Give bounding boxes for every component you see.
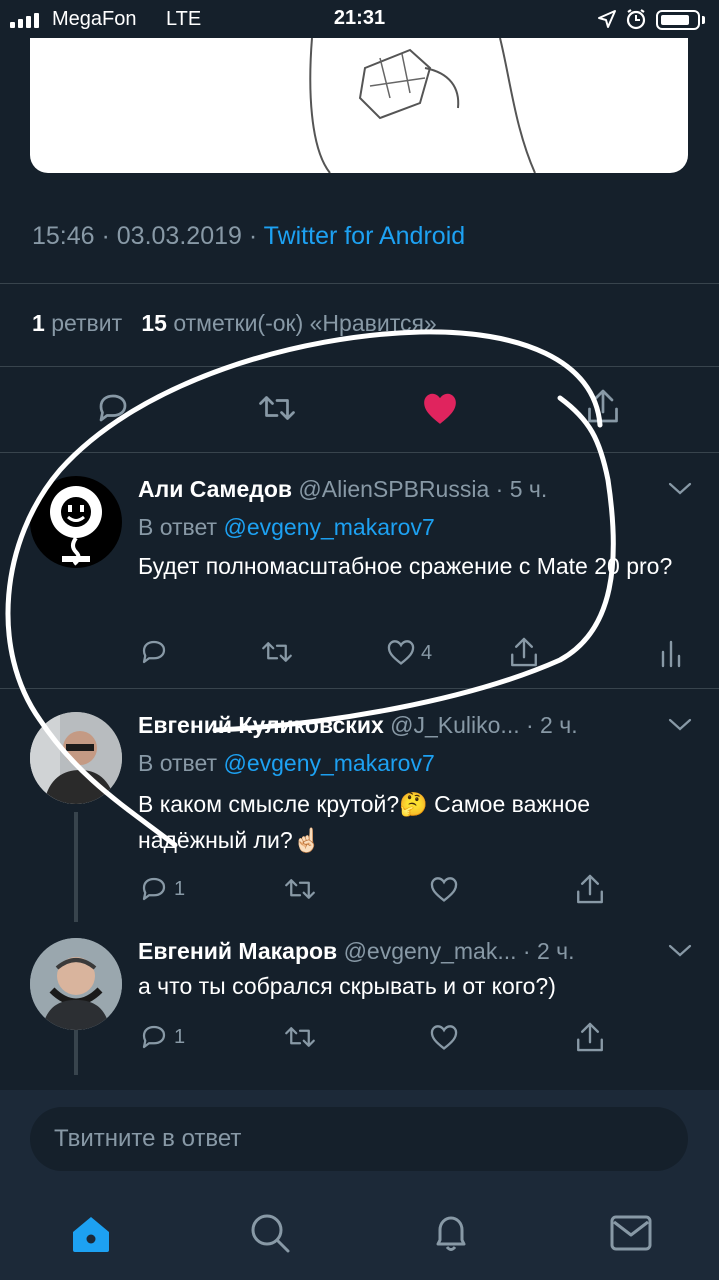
tweet-media-image[interactable] xyxy=(30,38,688,173)
retweet-icon[interactable] xyxy=(283,1022,317,1052)
reply-tweet[interactable]: Али Самедов @AlienSPBRussia · 5 ч. В отв… xyxy=(0,452,719,688)
chevron-down-icon[interactable] xyxy=(667,716,693,734)
tweet-stats: 1 ретвит 15 отметки(-ок) «Нравится» xyxy=(32,310,437,337)
user-photo xyxy=(30,712,122,804)
chevron-down-icon[interactable] xyxy=(667,942,693,960)
like-icon[interactable] xyxy=(428,1023,460,1051)
media-drawing xyxy=(309,38,536,173)
user-photo xyxy=(30,938,122,1030)
like-count[interactable]: 15 xyxy=(141,310,167,336)
main-tweet-actions xyxy=(0,380,719,436)
search-icon[interactable] xyxy=(249,1212,291,1254)
retweet-count[interactable]: 1 xyxy=(32,310,45,336)
like-count: 4 xyxy=(421,642,433,664)
home-icon[interactable] xyxy=(70,1214,112,1254)
avatar[interactable] xyxy=(30,938,122,1030)
retweet-label[interactable]: ретвит xyxy=(51,310,122,336)
avatar[interactable] xyxy=(30,712,122,804)
author-handle: @evgeny_mak... xyxy=(343,938,517,964)
alarm-icon xyxy=(626,9,646,30)
retweet-icon[interactable] xyxy=(257,390,297,426)
tweet-text: а что ты собрался скрывать и от кого?) xyxy=(138,973,556,999)
location-icon xyxy=(598,10,616,28)
like-icon[interactable] xyxy=(385,638,417,666)
share-icon[interactable] xyxy=(574,1020,606,1054)
share-icon[interactable] xyxy=(585,386,621,426)
reply-context: В ответ @evgeny_makarov7 xyxy=(138,750,435,776)
mention-link[interactable]: @evgeny_makarov7 xyxy=(223,750,434,776)
messages-icon[interactable] xyxy=(610,1214,652,1252)
retweet-icon[interactable] xyxy=(283,874,317,904)
reply-icon[interactable] xyxy=(139,637,169,667)
tweet-text: Будет полномасштабное сражение с Mate 20… xyxy=(138,553,673,579)
tweet-timestamp: 15:46 · 03.03.2019 · Twitter for Android xyxy=(32,222,466,250)
like-icon[interactable] xyxy=(428,875,460,903)
reply-context: В ответ @evgeny_makarov7 xyxy=(138,514,435,540)
reply-tweet[interactable]: Евгений Куликовских @J_Kuliko... · 2 ч. … xyxy=(0,688,719,924)
status-bar: MegaFon LTE 21:31 xyxy=(0,0,719,38)
reply-icon[interactable] xyxy=(139,1022,169,1052)
chevron-down-icon[interactable] xyxy=(667,480,693,498)
analytics-icon[interactable] xyxy=(658,638,684,668)
author-handle: @AlienSPBRussia xyxy=(298,476,490,502)
reply-icon[interactable] xyxy=(95,390,131,426)
flowey-avatar-image xyxy=(50,486,102,566)
share-icon[interactable] xyxy=(574,872,606,906)
reply-count: 1 xyxy=(174,878,186,900)
like-label[interactable]: отметки(-ок) «Нравится» xyxy=(173,310,436,336)
tweet-time: · 2 ч. xyxy=(519,712,578,738)
author-handle: @J_Kuliko... xyxy=(390,712,520,738)
tweet-text: В каком смысле крутой?🤔 Самое важное над… xyxy=(138,791,591,853)
retweet-icon[interactable] xyxy=(260,637,294,667)
like-icon-active[interactable] xyxy=(421,390,459,426)
reply-tweet[interactable]: Евгений Макаров @evgeny_mak... · 2 ч. а … xyxy=(0,924,719,1090)
avatar[interactable] xyxy=(30,476,122,568)
reply-icon[interactable] xyxy=(139,874,169,904)
author-name[interactable]: Али Самедов @AlienSPBRussia · 5 ч. xyxy=(138,476,547,503)
mention-link[interactable]: @evgeny_makarov7 xyxy=(223,514,434,540)
reply-composer[interactable]: Твитните в ответ xyxy=(30,1107,688,1171)
reply-count: 1 xyxy=(174,1026,186,1048)
notifications-icon[interactable] xyxy=(430,1212,472,1254)
tweet-time: · 2 ч. xyxy=(516,938,575,964)
battery-icon xyxy=(656,10,700,30)
tweet-source-link[interactable]: Twitter for Android xyxy=(264,222,465,250)
share-icon[interactable] xyxy=(508,635,540,669)
tweet-time: · 5 ч. xyxy=(489,476,548,502)
author-name[interactable]: Евгений Куликовских @J_Kuliko... · 2 ч. xyxy=(138,712,578,739)
composer-placeholder: Твитните в ответ xyxy=(54,1125,242,1152)
author-name[interactable]: Евгений Макаров @evgeny_mak... · 2 ч. xyxy=(138,938,575,965)
